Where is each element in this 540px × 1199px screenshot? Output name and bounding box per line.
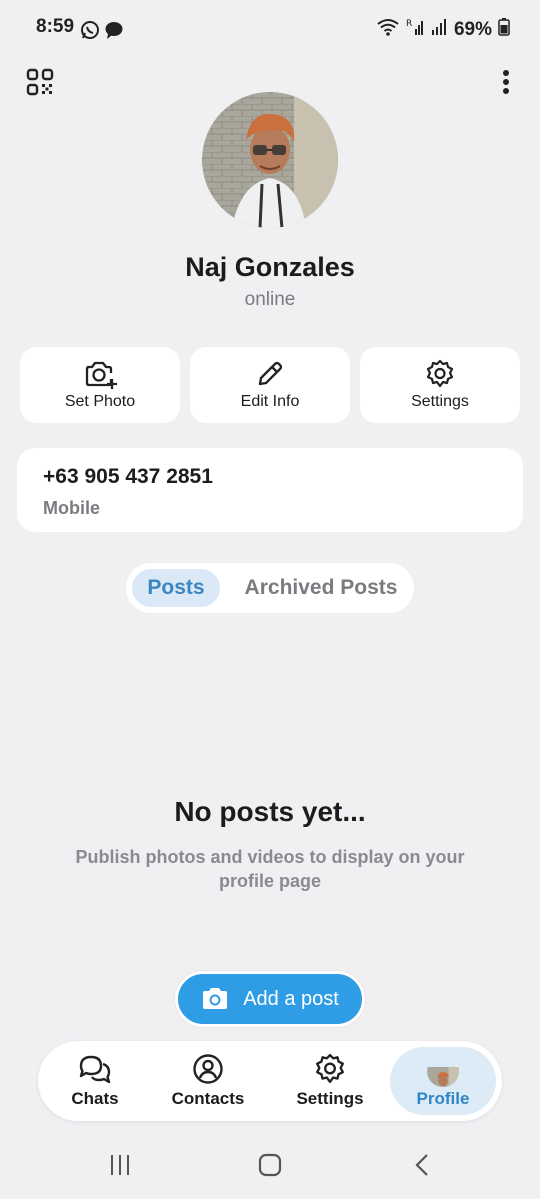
camera-plus-icon bbox=[85, 361, 117, 389]
svg-text:R: R bbox=[406, 19, 412, 29]
system-nav-bar bbox=[0, 1133, 540, 1199]
nav-settings[interactable]: Settings bbox=[286, 1041, 374, 1121]
recents-icon[interactable] bbox=[108, 1153, 132, 1182]
signal-icon bbox=[430, 17, 448, 42]
wifi-icon bbox=[376, 17, 400, 42]
more-vert-icon[interactable] bbox=[500, 68, 512, 101]
tab-posts[interactable]: Posts bbox=[132, 569, 220, 607]
set-photo-label: Set Photo bbox=[64, 393, 136, 410]
back-icon[interactable] bbox=[412, 1153, 432, 1182]
posts-tabs: Posts Archived Posts bbox=[126, 563, 414, 613]
nav-chats-label: Chats bbox=[71, 1089, 119, 1108]
add-post-label: Add a post bbox=[243, 987, 339, 1010]
edit-info-label: Edit Info bbox=[240, 393, 300, 410]
status-bar: 8:59 R 69% bbox=[0, 0, 540, 58]
chat-icon bbox=[79, 1055, 111, 1084]
battery-icon bbox=[498, 17, 510, 42]
pencil-icon bbox=[258, 361, 283, 386]
camera-icon bbox=[203, 988, 228, 1009]
tab-archived-posts[interactable]: Archived Posts bbox=[234, 569, 408, 607]
home-icon[interactable] bbox=[258, 1153, 282, 1182]
empty-state-description: Publish photos and videos to display on … bbox=[75, 847, 465, 891]
phone-info-card[interactable]: +63 905 437 2851 Mobile bbox=[17, 448, 523, 532]
add-post-button[interactable]: Add a post bbox=[175, 971, 365, 1027]
set-photo-button[interactable]: Set Photo bbox=[20, 347, 180, 423]
qr-code-icon[interactable] bbox=[26, 68, 54, 101]
battery-percent: 69% bbox=[453, 18, 492, 40]
profile-status: online bbox=[244, 289, 296, 310]
phone-number: +63 905 437 2851 bbox=[43, 465, 213, 488]
profile-name: Naj Gonzales bbox=[185, 252, 355, 282]
settings-label: Settings bbox=[411, 393, 469, 410]
edit-info-button[interactable]: Edit Info bbox=[190, 347, 350, 423]
message-bubble-icon bbox=[104, 20, 124, 45]
nav-profile-label: Profile bbox=[416, 1089, 470, 1108]
settings-button[interactable]: Settings bbox=[360, 347, 520, 423]
person-icon bbox=[193, 1054, 223, 1084]
nav-settings-label: Settings bbox=[296, 1089, 364, 1108]
nav-chats[interactable]: Chats bbox=[56, 1041, 134, 1121]
avatar bbox=[427, 1055, 459, 1087]
gear-icon bbox=[316, 1053, 344, 1083]
nav-profile[interactable]: Profile bbox=[390, 1047, 496, 1115]
gear-icon bbox=[426, 359, 454, 388]
nav-contacts-label: Contacts bbox=[171, 1089, 245, 1108]
signal-icon: R bbox=[406, 17, 424, 42]
phone-label: Mobile bbox=[43, 498, 100, 518]
empty-state-title: No posts yet... bbox=[174, 796, 366, 827]
whatsapp-icon bbox=[80, 20, 100, 45]
nav-contacts[interactable]: Contacts bbox=[164, 1041, 252, 1121]
avatar[interactable] bbox=[202, 92, 338, 228]
status-time: 8:59 bbox=[36, 16, 75, 37]
bottom-nav: Chats Contacts Settings Profile bbox=[38, 1041, 502, 1121]
